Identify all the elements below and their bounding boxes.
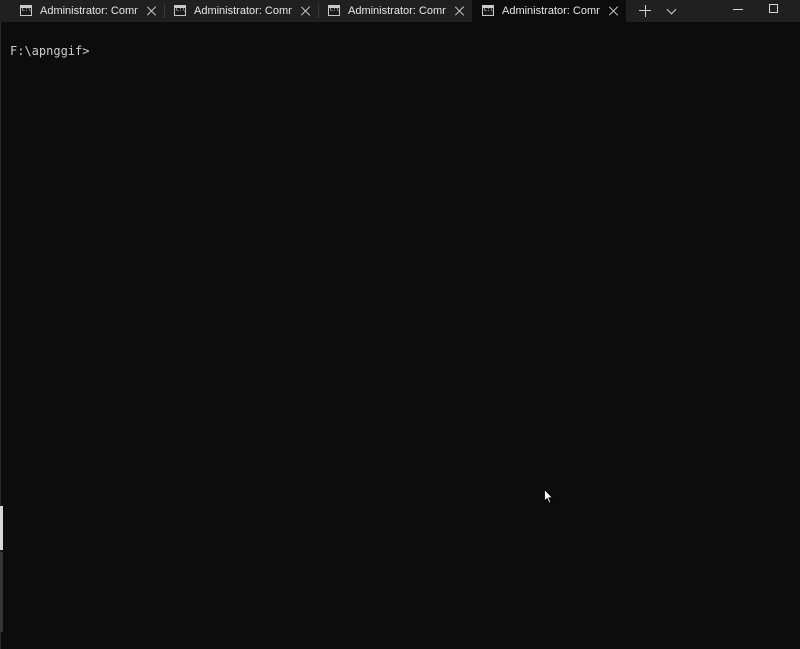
close-icon[interactable] — [300, 5, 312, 17]
close-icon[interactable] — [608, 5, 620, 17]
tab-4-active[interactable]: Administrator: Command Prompt — [472, 0, 626, 22]
tab-title: Administrator: Command Prompt — [348, 5, 446, 17]
terminal-content[interactable]: F:\apnggif> — [0, 22, 800, 649]
command-prompt-icon — [482, 5, 494, 16]
minimize-button[interactable] — [724, 0, 752, 22]
tab-1[interactable]: Administrator: Command Prompt — [10, 0, 164, 22]
close-icon[interactable] — [146, 5, 158, 17]
new-tab-plus-icon[interactable] — [634, 2, 656, 20]
tab-bar: Administrator: Command Prompt Administra… — [0, 0, 800, 22]
terminal-window: Administrator: Command Prompt Administra… — [0, 0, 800, 649]
maximize-button[interactable] — [760, 0, 788, 22]
tab-3[interactable]: Administrator: Command Prompt — [318, 0, 472, 22]
background-window-sliver — [0, 552, 3, 632]
command-prompt-icon — [174, 5, 186, 16]
tab-title: Administrator: Command Prompt — [40, 5, 138, 17]
chevron-down-icon[interactable] — [662, 2, 682, 20]
command-prompt-line: F:\apnggif> — [10, 44, 90, 58]
tab-title: Administrator: Command Prompt — [194, 5, 292, 17]
mouse-pointer-icon — [544, 489, 554, 504]
command-prompt-icon — [20, 5, 32, 16]
tab-title: Administrator: Command Prompt — [502, 5, 600, 17]
close-icon[interactable] — [454, 5, 466, 17]
background-window-sliver — [0, 506, 3, 550]
tab-2[interactable]: Administrator: Command Prompt — [164, 0, 318, 22]
command-prompt-icon — [328, 5, 340, 16]
